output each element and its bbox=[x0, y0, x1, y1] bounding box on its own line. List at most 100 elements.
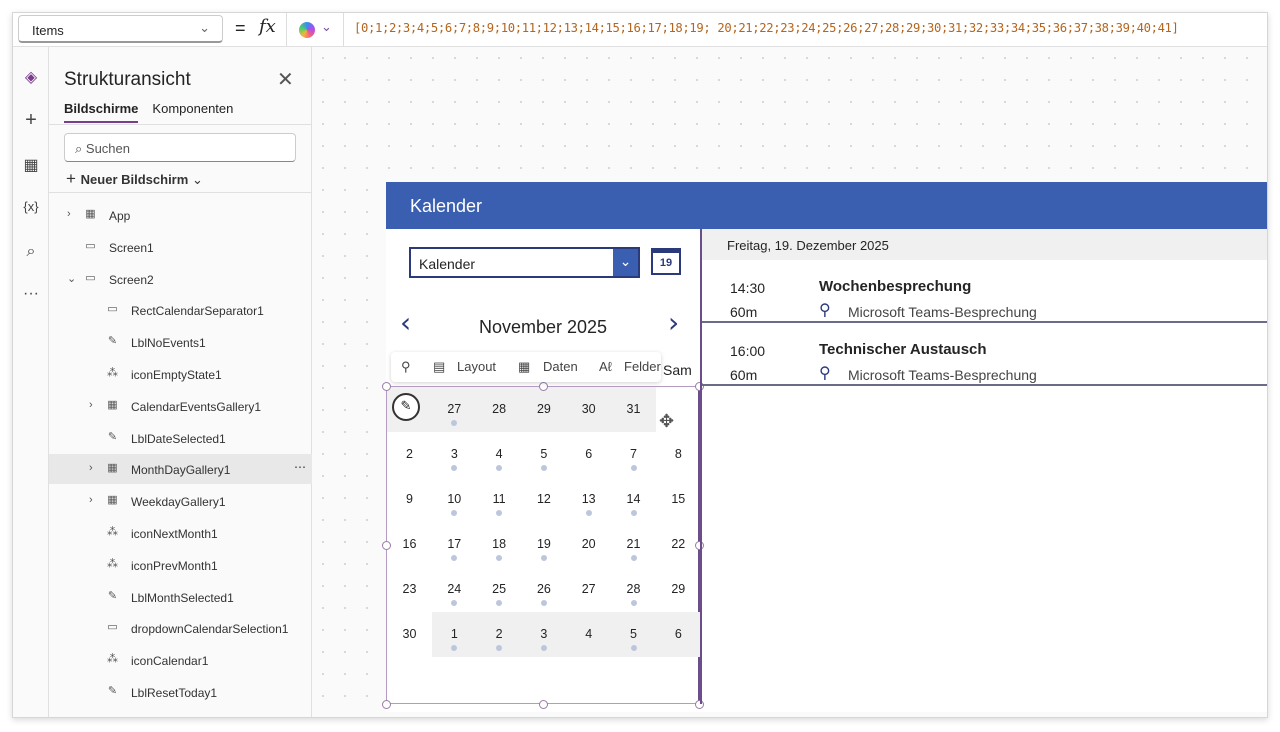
day-cell[interactable]: 14 bbox=[611, 477, 656, 522]
day-cell[interactable]: 7 bbox=[611, 432, 656, 477]
fx-icon[interactable]: fx bbox=[259, 16, 276, 37]
day-cell[interactable]: 10 bbox=[432, 477, 477, 522]
divider bbox=[49, 192, 311, 193]
day-cell[interactable]: 16 bbox=[387, 522, 432, 567]
expand-icon[interactable]: › bbox=[67, 208, 71, 220]
day-cell[interactable]: 30 bbox=[387, 612, 432, 657]
day-cell[interactable]: 31 bbox=[611, 387, 656, 432]
more-icon[interactable]: ··· bbox=[13, 285, 49, 303]
day-cell[interactable]: 18 bbox=[477, 522, 522, 567]
day-cell[interactable]: 15 bbox=[656, 477, 701, 522]
day-cell[interactable]: 6 bbox=[566, 432, 611, 477]
copilot-button[interactable]: ⌄ bbox=[286, 13, 344, 46]
day-cell[interactable]: 29 bbox=[521, 387, 567, 432]
tree-item[interactable]: › ▦ App bbox=[49, 200, 312, 230]
expand-icon[interactable]: › bbox=[89, 494, 93, 506]
data-button[interactable]: Daten bbox=[543, 359, 578, 374]
weekday-label: Sam bbox=[663, 362, 692, 378]
day-cell[interactable]: 23 bbox=[387, 567, 432, 612]
edit-gallery-icon[interactable]: ✎ bbox=[392, 393, 420, 421]
day-cell[interactable]: 8 bbox=[656, 432, 701, 477]
resize-handle[interactable] bbox=[382, 541, 391, 550]
day-cell[interactable]: 21 bbox=[611, 522, 656, 567]
resize-handle[interactable] bbox=[382, 700, 391, 709]
day-cell[interactable]: 2 bbox=[387, 432, 432, 477]
variables-icon[interactable]: {x} bbox=[13, 199, 49, 214]
tree-item[interactable]: ⁂ iconPrevMonth1 bbox=[49, 550, 312, 580]
search-icon[interactable]: ⌕ bbox=[13, 243, 49, 261]
event-location: Microsoft Teams-Besprechung bbox=[848, 304, 1037, 320]
table-icon[interactable]: ▦ bbox=[13, 155, 49, 175]
day-cell[interactable]: 3 bbox=[521, 612, 567, 657]
search-input[interactable]: ⌕ Suchen bbox=[64, 133, 296, 162]
tree-item[interactable]: ▭ RectCalendarSeparator1 bbox=[49, 295, 312, 325]
day-cell[interactable]: 12 bbox=[521, 477, 566, 522]
tree-item[interactable]: ⁂ iconCalendar1 bbox=[49, 645, 312, 675]
resize-handle[interactable] bbox=[539, 700, 548, 709]
tree-item[interactable]: ⁂ iconNextMonth1 bbox=[49, 518, 312, 548]
day-cell[interactable]: 27 bbox=[431, 387, 477, 432]
calendar-today-icon[interactable]: 19 bbox=[651, 248, 681, 275]
tree-item[interactable]: ▭ dropdownCalendarSelection1 bbox=[49, 613, 312, 643]
layout-button[interactable]: Layout bbox=[457, 359, 496, 374]
day-cell[interactable]: 28 bbox=[611, 567, 656, 612]
more-icon[interactable]: ⋯ bbox=[294, 460, 306, 474]
new-screen-button[interactable]: + Neuer Bildschirm ⌄ bbox=[66, 169, 203, 189]
day-cell[interactable]: 5 bbox=[611, 612, 656, 657]
expand-icon[interactable]: › bbox=[89, 462, 93, 474]
day-cell[interactable]: 29 bbox=[656, 567, 701, 612]
close-icon[interactable]: ✕ bbox=[277, 67, 294, 92]
layers-icon[interactable]: ◈ bbox=[13, 67, 49, 87]
expand-icon[interactable]: › bbox=[89, 399, 93, 411]
tree-item[interactable]: ✎ LblMonthSelected1 bbox=[49, 582, 312, 612]
event-item[interactable]: 14:30 60m Wochenbesprechung ⚲ Microsoft Team… bbox=[702, 260, 1267, 323]
tree-item[interactable]: ⁂ iconEmptyState1 bbox=[49, 359, 312, 389]
day-cell[interactable]: 28 bbox=[476, 387, 522, 432]
day-cell[interactable]: 11 bbox=[477, 477, 522, 522]
day-cell[interactable]: 4 bbox=[566, 612, 612, 657]
tree-item[interactable]: ✎ LblNoEvents1 bbox=[49, 327, 312, 357]
day-cell[interactable]: 9 bbox=[387, 477, 432, 522]
tree-item[interactable]: › ▦ MonthDayGallery1 ⋯ bbox=[49, 454, 312, 485]
day-cell[interactable]: 4 bbox=[477, 432, 522, 477]
plus-icon[interactable]: + bbox=[13, 109, 49, 132]
property-selector[interactable]: Items ⌄ bbox=[18, 15, 223, 43]
day-cell[interactable]: 19 bbox=[521, 522, 566, 567]
event-item[interactable]: 16:00 60m Technischer Austausch ⚲ Microsoft … bbox=[702, 323, 1267, 386]
move-icon[interactable]: ✥ bbox=[659, 411, 674, 432]
day-cell[interactable]: 25 bbox=[477, 567, 522, 612]
day-number: 5 bbox=[540, 447, 548, 461]
pin-icon[interactable]: ⚲ bbox=[401, 359, 411, 375]
resize-handle[interactable] bbox=[539, 382, 548, 391]
tree-item[interactable]: ▭ Screen1 bbox=[49, 232, 312, 262]
day-cell[interactable]: 5 bbox=[521, 432, 566, 477]
tree-item[interactable]: ⌄ ▭ Screen2 bbox=[49, 264, 312, 294]
tree-item[interactable]: ✎ LblResetToday1 bbox=[49, 677, 312, 707]
day-cell[interactable]: 17 bbox=[432, 522, 477, 567]
tab-screens[interactable]: Bildschirme bbox=[64, 101, 139, 123]
design-canvas[interactable]: Kalender Kalender ⌄ 19 ‹ November 2025 › … bbox=[312, 47, 1267, 717]
day-cell[interactable]: 1 bbox=[431, 612, 477, 657]
calendar-dropdown[interactable]: Kalender ⌄ bbox=[409, 247, 640, 278]
month-day-gallery[interactable]: 6 5 4 3 2 1 30 29 28 27 26 25 24 23 22 21 20 19 18 17 16 15 14… bbox=[382, 382, 704, 709]
day-cell[interactable]: 6 bbox=[655, 612, 701, 657]
day-cell[interactable]: 13 bbox=[566, 477, 611, 522]
tree-item-label: CalendarEventsGallery1 bbox=[131, 399, 262, 414]
day-cell[interactable]: 3 bbox=[432, 432, 477, 477]
resize-handle[interactable] bbox=[382, 382, 391, 391]
day-cell[interactable]: 30 bbox=[566, 387, 612, 432]
day-cell[interactable]: 26 bbox=[521, 567, 566, 612]
fields-button[interactable]: Felder bbox=[624, 359, 661, 374]
day-cell[interactable]: 2 bbox=[476, 612, 522, 657]
next-month-icon[interactable]: › bbox=[668, 306, 679, 339]
tab-components[interactable]: Komponenten bbox=[152, 101, 233, 121]
day-cell[interactable]: 20 bbox=[566, 522, 611, 567]
expand-icon[interactable]: ⌄ bbox=[67, 272, 76, 285]
day-cell[interactable]: 24 bbox=[432, 567, 477, 612]
tree-item[interactable]: › ▦ CalendarEventsGallery1 bbox=[49, 391, 312, 421]
day-cell[interactable]: 27 bbox=[566, 567, 611, 612]
formula-input[interactable]: [0;1;2;3;4;5;6;7;8;9;10;11;12;13;14;15;1… bbox=[354, 21, 1179, 35]
tree-item[interactable]: › ▦ WeekdayGallery1 bbox=[49, 486, 312, 516]
tree-item[interactable]: ✎ LblDateSelected1 bbox=[49, 423, 312, 453]
event-title: Technischer Austausch bbox=[819, 341, 987, 358]
